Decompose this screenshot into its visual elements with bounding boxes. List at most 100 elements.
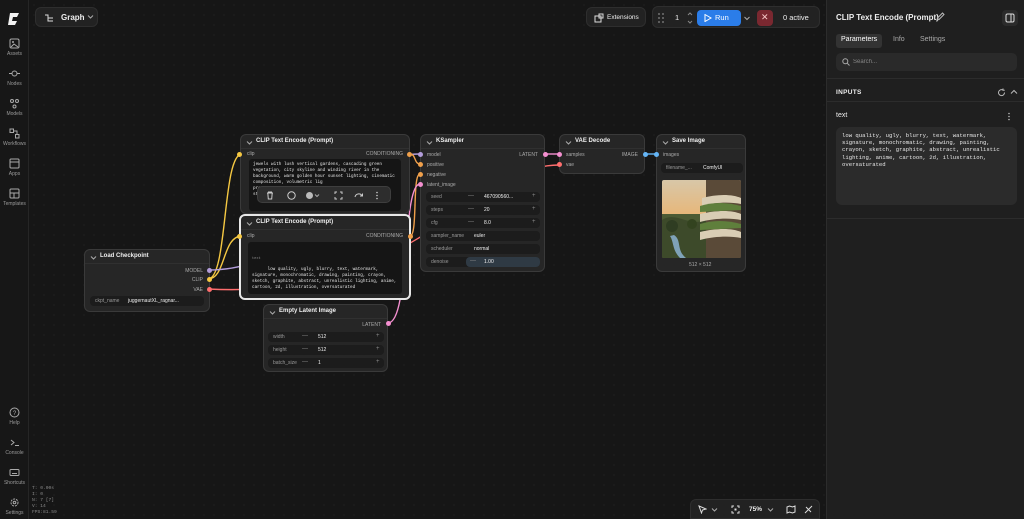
decrement-icon[interactable]: —	[302, 359, 308, 365]
fit-icon[interactable]	[334, 191, 343, 200]
graph-tab[interactable]: Graph	[35, 7, 98, 27]
batch-stepper-icon[interactable]	[687, 10, 693, 26]
chevron-down-icon[interactable]	[90, 254, 97, 261]
chevron-down-icon[interactable]	[767, 505, 774, 514]
prompt-textarea[interactable]: jewels with lush vertical gardens, casca…	[249, 159, 401, 211]
slot-conditioning-out[interactable]	[408, 234, 413, 239]
sidebar-item-console[interactable]: Console	[0, 437, 29, 456]
chevron-down-icon[interactable]	[426, 139, 433, 146]
section-heading-inputs[interactable]: INPUTS	[836, 89, 862, 96]
sidebar-item-workflows[interactable]: Workflows	[0, 128, 29, 147]
pencil-icon[interactable]	[936, 12, 945, 21]
widget-seed[interactable]: seed — 467090560... +	[426, 192, 540, 202]
chevron-down-icon[interactable]	[246, 220, 253, 227]
chevron-down-icon[interactable]	[269, 309, 276, 316]
reset-icon[interactable]	[997, 88, 1006, 97]
widget-width[interactable]: width — 512 +	[268, 332, 384, 342]
node-load-checkpoint[interactable]: Load Checkpoint MODEL CLIP VAE ckpt_name…	[84, 249, 210, 312]
queue-active-label[interactable]: 0 active	[783, 13, 809, 22]
color-picker-icon[interactable]	[305, 191, 321, 200]
slot-model-out[interactable]	[207, 268, 212, 273]
more-options-icon[interactable]	[1007, 112, 1011, 121]
slot-latent-out[interactable]	[543, 152, 548, 157]
decrement-icon[interactable]: —	[470, 258, 476, 264]
output-image-preview[interactable]	[662, 180, 741, 258]
slot-images-in[interactable]	[654, 152, 659, 157]
node-title-bar[interactable]: CLIP Text Encode (Prompt)	[241, 216, 409, 230]
prompt-textarea[interactable]: text low quality, ugly, blurry, text, wa…	[248, 242, 402, 294]
chevron-up-icon[interactable]	[1010, 88, 1018, 97]
node-title-bar[interactable]: CLIP Text Encode (Prompt)	[241, 135, 409, 149]
node-clip-text-encode-negative[interactable]: CLIP Text Encode (Prompt) clip CONDITION…	[239, 214, 411, 300]
chevron-down-icon[interactable]	[565, 139, 572, 146]
node-vae-decode[interactable]: VAE Decode samples vae IMAGE	[559, 134, 645, 174]
slot-positive-in[interactable]	[418, 162, 423, 167]
node-title-bar[interactable]: VAE Decode	[560, 135, 644, 149]
node-ksampler[interactable]: KSampler model positive negative latent_…	[420, 134, 545, 272]
widget-scheduler[interactable]: scheduler normal	[426, 244, 540, 254]
fit-view-icon[interactable]	[731, 505, 740, 514]
comfy-logo-icon[interactable]	[6, 10, 24, 28]
widget-sampler-name[interactable]: sampler_name euler	[426, 231, 540, 241]
widget-steps[interactable]: steps — 20 +	[426, 205, 540, 215]
trash-icon[interactable]	[266, 191, 274, 200]
node-title-bar[interactable]: KSampler	[421, 135, 544, 149]
bypass-icon[interactable]	[354, 191, 364, 200]
widget-filename-prefix[interactable]: filename_... ComfyUI	[661, 163, 743, 173]
slot-samples-in[interactable]	[557, 152, 562, 157]
slot-model-in[interactable]	[418, 152, 423, 157]
widget-denoise[interactable]: denoise — 1.00	[426, 257, 540, 267]
extensions-button[interactable]: Extensions	[586, 7, 646, 27]
slot-clip-in[interactable]	[237, 152, 242, 157]
decrement-icon[interactable]: —	[302, 333, 308, 339]
select-mode-icon[interactable]	[698, 505, 707, 514]
slot-clip-in[interactable]	[237, 234, 242, 239]
widget-ckpt-name[interactable]: ckpt_name juggernautXL_ragnar...	[90, 296, 204, 306]
tab-parameters[interactable]: Parameters	[836, 34, 883, 48]
decrement-icon[interactable]: —	[468, 219, 474, 225]
increment-icon[interactable]: +	[532, 206, 536, 212]
widget-cfg[interactable]: cfg — 8.0 +	[426, 218, 540, 228]
slot-latent-image-in[interactable]	[418, 182, 423, 187]
slot-negative-in[interactable]	[418, 172, 423, 177]
denoise-slider-fill[interactable]	[466, 257, 540, 267]
increment-icon[interactable]: +	[532, 193, 536, 199]
search-input[interactable]	[853, 56, 1003, 68]
minimap-icon[interactable]	[786, 505, 796, 514]
slot-image-out[interactable]	[643, 152, 648, 157]
slot-clip-out[interactable]	[207, 277, 212, 282]
chevron-down-icon[interactable]	[662, 139, 669, 146]
decrement-icon[interactable]: —	[302, 346, 308, 352]
sidebar-item-settings[interactable]: Settings	[0, 497, 29, 516]
tab-info[interactable]: Info	[888, 34, 910, 48]
node-title-bar[interactable]: Empty Latent Image	[264, 305, 387, 319]
widget-height[interactable]: height — 512 +	[268, 345, 384, 355]
sidebar-item-models[interactable]: Models	[0, 98, 29, 117]
increment-icon[interactable]: +	[376, 346, 380, 352]
decrement-icon[interactable]: —	[468, 193, 474, 199]
increment-icon[interactable]: +	[376, 359, 380, 365]
run-button[interactable]: Run	[697, 10, 741, 26]
drag-handle-icon[interactable]	[657, 12, 665, 24]
node-title-bar[interactable]: Load Checkpoint	[85, 250, 209, 264]
sidebar-item-nodes[interactable]: Nodes	[0, 68, 29, 87]
sidebar-item-shortcuts[interactable]: Shortcuts	[0, 467, 29, 486]
batch-count[interactable]: 1	[675, 13, 679, 22]
increment-icon[interactable]: +	[532, 219, 536, 225]
info-icon[interactable]	[287, 191, 296, 200]
run-options-chevron-icon[interactable]	[742, 10, 752, 26]
sidebar-item-apps[interactable]: Apps	[0, 158, 29, 177]
increment-icon[interactable]: +	[376, 333, 380, 339]
chevron-down-icon[interactable]	[246, 139, 253, 146]
link-visibility-icon[interactable]	[804, 505, 813, 514]
slot-vae-in[interactable]	[557, 162, 562, 167]
sidebar-item-help[interactable]: ? Help	[0, 407, 29, 426]
zoom-level[interactable]: 75%	[749, 506, 762, 513]
slot-conditioning-out[interactable]	[407, 152, 412, 157]
sidebar-item-templates[interactable]: Templates	[0, 188, 29, 207]
tab-settings[interactable]: Settings	[915, 34, 950, 48]
node-title-bar[interactable]: Save Image	[657, 135, 745, 149]
sidebar-item-assets[interactable]: Assets	[0, 38, 29, 57]
toggle-panel-button[interactable]	[1002, 10, 1018, 26]
chevron-down-icon[interactable]	[711, 505, 718, 514]
